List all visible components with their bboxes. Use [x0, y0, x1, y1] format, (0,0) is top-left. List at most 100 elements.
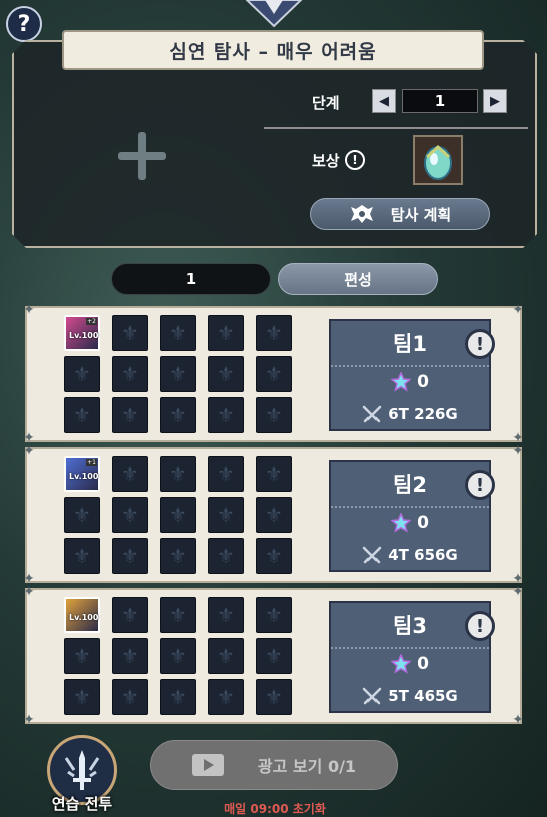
empty-slot[interactable]: ⚜	[208, 397, 244, 433]
empty-slot[interactable]: ⚜	[112, 356, 148, 392]
prev-stage-button[interactable]: ◀	[372, 89, 396, 113]
empty-slot[interactable]: ⚜	[256, 679, 292, 715]
empty-slot[interactable]: ⚜	[208, 315, 244, 351]
empty-slot[interactable]: ⚜	[208, 597, 244, 633]
empty-slot[interactable]: ⚜	[112, 538, 148, 574]
play-icon	[191, 754, 224, 776]
fleur-icon: ⚜	[217, 403, 235, 427]
crossed-swords-icon	[362, 687, 382, 705]
corner-ornament: ✦	[512, 712, 524, 728]
empty-slot[interactable]: ⚜	[160, 597, 196, 633]
empty-slot[interactable]: ⚜	[208, 679, 244, 715]
empty-slot[interactable]: ⚜	[112, 497, 148, 533]
crystal-egg-icon	[424, 144, 452, 180]
fleur-icon: ⚜	[73, 544, 91, 568]
empty-slot[interactable]: ⚜	[160, 497, 196, 533]
empty-slot[interactable]: ⚜	[160, 638, 196, 674]
character-portrait[interactable]: +2 Lv.100	[64, 315, 100, 351]
empty-slot[interactable]: ⚜	[256, 597, 292, 633]
practice-battle-label: 연습 전투	[51, 795, 113, 813]
empty-slot[interactable]: ⚜	[160, 315, 196, 351]
expedition-plan-button[interactable]: 탐사 계획	[310, 198, 490, 230]
empty-slot[interactable]: ⚜	[64, 538, 100, 574]
reward-item[interactable]	[413, 135, 463, 185]
fleur-icon: ⚜	[217, 603, 235, 627]
empty-slot[interactable]: ⚜	[64, 356, 100, 392]
fleur-icon: ⚜	[73, 503, 91, 527]
empty-slot[interactable]: ⚜	[160, 397, 196, 433]
empty-slot[interactable]: ⚜	[112, 315, 148, 351]
empty-slot[interactable]: ⚜	[112, 397, 148, 433]
fleur-icon: ⚜	[217, 362, 235, 386]
empty-slot[interactable]: ⚜	[64, 679, 100, 715]
empty-slot[interactable]: ⚜	[160, 356, 196, 392]
empty-slot[interactable]: ⚜	[160, 679, 196, 715]
fleur-icon: ⚜	[265, 321, 283, 345]
reward-info-icon[interactable]: !	[345, 150, 365, 170]
fleur-icon: ⚜	[217, 685, 235, 709]
fleur-icon: ⚜	[121, 685, 139, 709]
empty-slot[interactable]: ⚜	[256, 397, 292, 433]
formation-edit-button[interactable]: 편성	[278, 263, 438, 295]
stage-value: 1	[402, 89, 478, 113]
next-stage-button[interactable]: ▶	[483, 89, 507, 113]
empty-slot[interactable]: ⚜	[256, 356, 292, 392]
empty-slot[interactable]: ⚜	[64, 497, 100, 533]
guild-emblem-icon	[350, 205, 373, 223]
character-level: Lv.100	[69, 613, 99, 622]
team-card[interactable]: 팀3! 0 5T 465G	[329, 601, 495, 713]
empty-slot[interactable]: ⚜	[256, 538, 292, 574]
empty-slot[interactable]: ⚜	[256, 497, 292, 533]
fleur-icon: ⚜	[121, 462, 139, 486]
star-icon	[391, 372, 412, 392]
corner-ornament: ✦	[23, 584, 35, 600]
empty-slot[interactable]: ⚜	[112, 679, 148, 715]
corner-ornament: ✦	[512, 443, 524, 459]
character-badge: +1	[86, 459, 97, 466]
fleur-icon: ⚜	[73, 685, 91, 709]
corner-ornament: ✦	[23, 443, 35, 459]
fleur-icon: ⚜	[73, 644, 91, 668]
empty-slot[interactable]: ⚜	[160, 538, 196, 574]
fleur-icon: ⚜	[73, 362, 91, 386]
fleur-icon: ⚜	[265, 644, 283, 668]
empty-slot[interactable]: ⚜	[256, 315, 292, 351]
empty-slot[interactable]: ⚜	[112, 638, 148, 674]
fleur-icon: ⚜	[169, 544, 187, 568]
fleur-icon: ⚜	[217, 321, 235, 345]
empty-slot[interactable]: ⚜	[256, 638, 292, 674]
empty-slot[interactable]: ⚜	[64, 638, 100, 674]
add-icon[interactable]	[118, 132, 166, 180]
fleur-icon: ⚜	[169, 503, 187, 527]
empty-slot[interactable]: ⚜	[112, 456, 148, 492]
team-info-icon[interactable]: !	[465, 611, 495, 641]
empty-slot[interactable]: ⚜	[208, 456, 244, 492]
team-info-icon[interactable]: !	[465, 470, 495, 500]
watch-ad-button[interactable]: 광고 보기 0/1	[150, 740, 398, 790]
character-badge: +2	[86, 318, 97, 325]
empty-slot[interactable]: ⚜	[208, 497, 244, 533]
empty-slot[interactable]: ⚜	[160, 456, 196, 492]
empty-slot[interactable]: ⚜	[208, 538, 244, 574]
team-card[interactable]: 팀1! 0 6T 226G	[329, 319, 495, 431]
corner-ornament: ✦	[512, 584, 524, 600]
team-card[interactable]: 팀2! 0 4T 656G	[329, 460, 495, 572]
empty-slot[interactable]: ⚜	[256, 456, 292, 492]
formation-selector[interactable]: 1	[111, 263, 271, 295]
team-power: 5T 465G	[388, 687, 458, 705]
empty-slot[interactable]: ⚜	[112, 597, 148, 633]
help-button[interactable]: ?	[6, 6, 42, 42]
empty-slot[interactable]: ⚜	[208, 356, 244, 392]
corner-ornament: ✦	[23, 712, 35, 728]
empty-slot[interactable]: ⚜	[64, 397, 100, 433]
team-panel: ✦ ✦ ✦ ✦ +1 Lv.100 ⚜ ⚜ ⚜ ⚜ ⚜ ⚜ ⚜ ⚜ ⚜ ⚜ ⚜ ⚜ ⚜ ⚜ 팀2! 0 4T 656G	[23, 443, 524, 587]
corner-ornament: ✦	[512, 302, 524, 318]
team-info-icon[interactable]: !	[465, 329, 495, 359]
character-portrait[interactable]: +1 Lv.100	[64, 456, 100, 492]
empty-slot[interactable]: ⚜	[208, 638, 244, 674]
team-panel: ✦ ✦ ✦ ✦ Lv.100 ⚜ ⚜ ⚜ ⚜ ⚜ ⚜ ⚜ ⚜ ⚜ ⚜ ⚜ ⚜ ⚜ ⚜ 팀3! 0 5T 465G	[23, 584, 524, 728]
character-portrait[interactable]: Lv.100	[64, 597, 100, 633]
fleur-icon: ⚜	[265, 403, 283, 427]
corner-ornament: ✦	[23, 302, 35, 318]
fleur-icon: ⚜	[73, 403, 91, 427]
